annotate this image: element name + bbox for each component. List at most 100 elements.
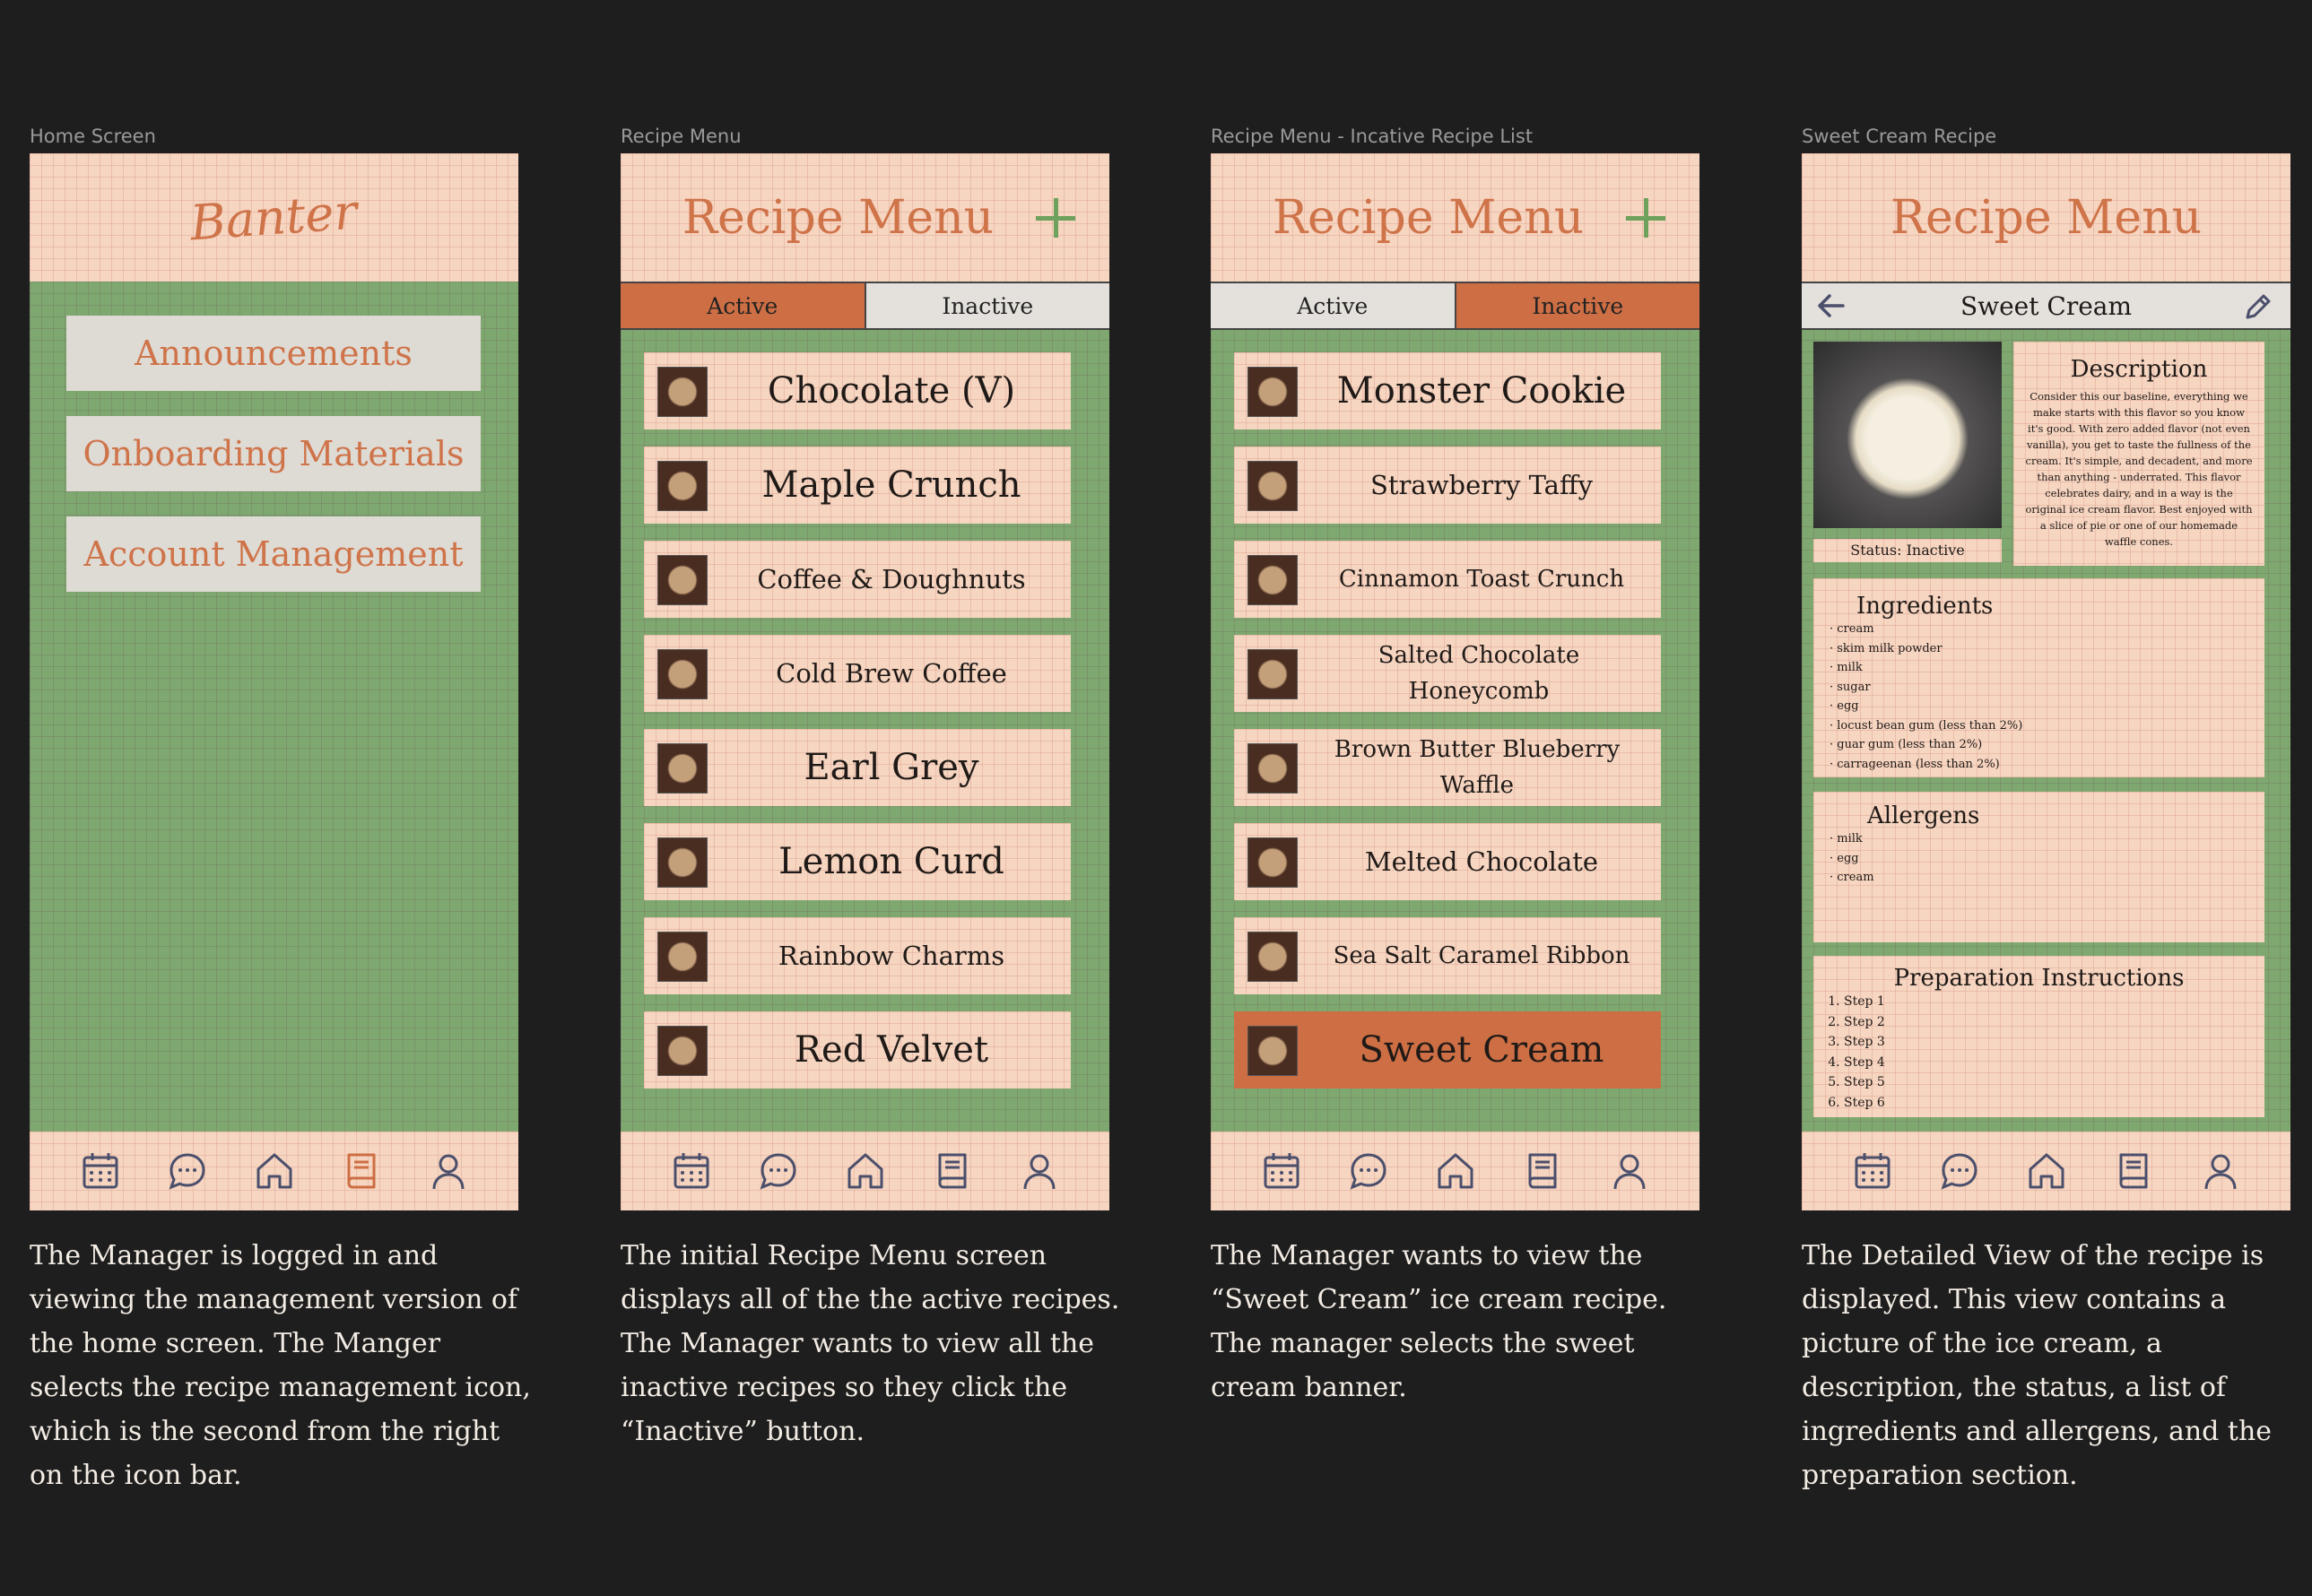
recipe-name: Red Velvet	[794, 1029, 989, 1071]
recipe-row[interactable]: Maple Crunch	[644, 447, 1071, 524]
user-icon[interactable]	[2197, 1148, 2244, 1194]
add-recipe-button[interactable]	[1624, 196, 1667, 239]
chat-icon[interactable]	[755, 1148, 802, 1194]
home-icon[interactable]	[251, 1148, 298, 1194]
tab-active[interactable]: Active	[621, 283, 865, 328]
chat-icon[interactable]	[164, 1148, 211, 1194]
ingredients-list: cream skim milk powder milk sugar egg lo…	[1813, 620, 2264, 774]
recipe-row[interactable]: Coffee & Doughnuts	[644, 541, 1071, 618]
frame-label-home: Home Screen	[30, 126, 156, 147]
recipe-row[interactable]: Strawberry Taffy	[1234, 447, 1661, 524]
book-icon[interactable]	[2110, 1148, 2157, 1194]
home-icon[interactable]	[1432, 1148, 1479, 1194]
recipe-name: Coffee & Doughnuts	[757, 563, 1026, 594]
calendar-icon[interactable]	[668, 1148, 715, 1194]
book-icon[interactable]	[929, 1148, 976, 1194]
brand-logo: Banter	[188, 183, 360, 252]
recipe-row[interactable]: Rainbow Charms	[644, 917, 1071, 994]
recipe-name: Melted Chocolate	[1364, 846, 1599, 877]
back-arrow-icon[interactable]	[1816, 292, 1847, 319]
recipe-row-selected[interactable]: Sweet Cream	[1234, 1011, 1661, 1089]
recipe-name: Earl Grey	[804, 747, 979, 788]
list-item: Step 5	[1844, 1072, 2264, 1093]
user-icon[interactable]	[1016, 1148, 1063, 1194]
recipe-thumbnail	[657, 555, 708, 605]
recipe-name: Chocolate (V)	[767, 370, 1016, 412]
app-header: Banter	[30, 153, 518, 282]
list-item: carrageenan (less than 2%)	[1830, 755, 2264, 775]
recipe-thumbnail	[1247, 932, 1298, 982]
tab-active[interactable]: Active	[1211, 283, 1455, 328]
book-icon[interactable]	[338, 1148, 385, 1194]
recipe-thumbnail	[657, 743, 708, 794]
app-header: Recipe Menu	[1802, 153, 2290, 282]
allergens-title: Allergens	[1867, 802, 1980, 829]
recipe-row[interactable]: Chocolate (V)	[644, 352, 1071, 429]
home-icon[interactable]	[842, 1148, 889, 1194]
frame-label-recipe-menu: Recipe Menu	[621, 126, 742, 147]
inactive-recipes-screen: Recipe Menu Active Inactive Monster Cook…	[1211, 153, 1699, 1210]
recipe-row[interactable]: Monster Cookie	[1234, 352, 1661, 429]
recipe-row[interactable]: Salted Chocolate Honeycomb	[1234, 635, 1661, 712]
list-item: milk	[1830, 658, 2264, 678]
user-icon[interactable]	[425, 1148, 472, 1194]
calendar-icon[interactable]	[1849, 1148, 1896, 1194]
list-item: Step 1	[1844, 992, 2264, 1012]
user-icon[interactable]	[1606, 1148, 1653, 1194]
recipe-name: Sea Salt Caramel Ribbon	[1333, 941, 1630, 969]
page-title: Recipe Menu	[1272, 190, 1585, 245]
tab-inactive[interactable]: Inactive	[864, 283, 1109, 328]
recipe-menu-screen: Recipe Menu Active Inactive Chocolate (V…	[621, 153, 1109, 1210]
account-management-button[interactable]: Account Management	[66, 516, 481, 592]
edit-pencil-icon[interactable]	[2242, 291, 2274, 323]
announcements-button[interactable]: Announcements	[66, 316, 481, 391]
recipe-name: Cold Brew Coffee	[776, 657, 1007, 689]
recipe-row[interactable]: Brown Butter Blueberry Waffle	[1234, 729, 1661, 806]
recipe-thumbnail	[657, 837, 708, 888]
recipe-row[interactable]: Lemon Curd	[644, 823, 1071, 900]
preparation-title: Preparation Instructions	[1893, 965, 2185, 992]
list-item: cream	[1830, 620, 2264, 639]
list-item: cream	[1830, 868, 2264, 888]
allergens-card: Allergens milk egg cream	[1813, 792, 2264, 942]
chat-icon[interactable]	[1345, 1148, 1392, 1194]
home-icon[interactable]	[2023, 1148, 2070, 1194]
preparation-card: Preparation Instructions Step 1 Step 2 S…	[1813, 956, 2264, 1117]
add-recipe-button[interactable]	[1034, 196, 1077, 239]
recipe-row[interactable]: Cinnamon Toast Crunch	[1234, 541, 1661, 618]
caption-detail: The Detailed View of the recipe is displ…	[1802, 1240, 2273, 1491]
recipe-name: Rainbow Charms	[778, 940, 1005, 971]
recipe-row[interactable]: Melted Chocolate	[1234, 823, 1661, 900]
recipe-title-bar: Sweet Cream	[1802, 282, 2290, 330]
recipe-thumbnail	[657, 649, 708, 699]
tab-inactive[interactable]: Inactive	[1454, 283, 1699, 328]
recipe-row[interactable]: Earl Grey	[644, 729, 1071, 806]
recipe-thumbnail	[1247, 743, 1298, 794]
tab-bar	[30, 1132, 518, 1210]
recipe-thumbnail	[1247, 649, 1298, 699]
list-item: egg	[1830, 849, 2264, 869]
frame-label-detail: Sweet Cream Recipe	[1802, 126, 1997, 147]
book-icon[interactable]	[1519, 1148, 1566, 1194]
recipe-detail-screen: Recipe Menu Sweet Cream Status: Inactive…	[1802, 153, 2290, 1210]
calendar-icon[interactable]	[77, 1148, 124, 1194]
page-title: Recipe Menu	[1890, 190, 2203, 245]
recipe-thumbnail	[1247, 461, 1298, 511]
list-item: Step 3	[1844, 1032, 2264, 1053]
recipe-thumbnail	[1247, 1026, 1298, 1076]
recipe-row[interactable]: Sea Salt Caramel Ribbon	[1234, 917, 1661, 994]
recipe-name: Brown Butter Blueberry Waffle	[1334, 735, 1621, 799]
onboarding-materials-button[interactable]: Onboarding Materials	[66, 416, 481, 491]
recipe-name: Cinnamon Toast Crunch	[1338, 565, 1625, 593]
recipe-row[interactable]: Red Velvet	[644, 1011, 1071, 1089]
recipe-name: Maple Crunch	[761, 464, 1021, 506]
frame-label-inactive: Recipe Menu - Incative Recipe List	[1211, 126, 1534, 147]
list-item: milk	[1830, 829, 2264, 849]
list-item: locust bean gum (less than 2%)	[1830, 716, 2264, 736]
recipe-thumbnail	[657, 367, 708, 417]
calendar-icon[interactable]	[1258, 1148, 1305, 1194]
page-title: Recipe Menu	[682, 190, 995, 245]
chat-icon[interactable]	[1936, 1148, 1983, 1194]
recipe-row[interactable]: Cold Brew Coffee	[644, 635, 1071, 712]
home-screen: Banter Announcements Onboarding Material…	[30, 153, 518, 1210]
